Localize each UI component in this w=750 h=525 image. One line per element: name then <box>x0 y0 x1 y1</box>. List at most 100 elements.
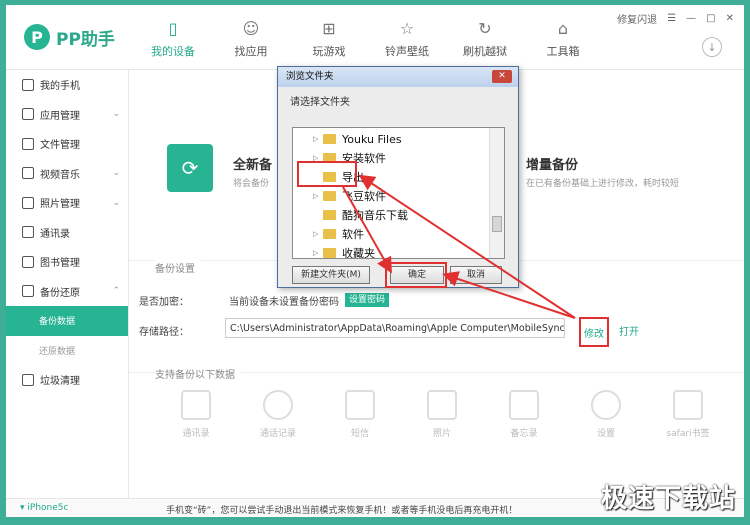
bookmark-icon <box>673 390 703 420</box>
phone-icon <box>263 390 293 420</box>
main-nav: ▯ 我的设备 ☺ 找应用 ⊞ 玩游戏 ☆ 铃声壁纸 ↻ 刷机越狱 ⌂ 工具箱 <box>134 13 602 59</box>
folder-icon <box>323 191 336 201</box>
watermark: 极速下载站 <box>600 484 736 514</box>
type-memo[interactable]: 备忘录 <box>483 390 565 439</box>
nav-flash[interactable]: ↻ 刷机越狱 <box>446 13 524 59</box>
sidebar: 我的手机 应用管理 ⌄ 文件管理 视频音乐 ⌄ 照片管理 ⌄ 通讯录 图书管理 备份还… <box>6 70 129 500</box>
expand-icon[interactable]: ▷ <box>313 192 323 200</box>
settings-label: 备份设置 <box>155 260 201 275</box>
chevron-up-icon: ⌃ <box>112 286 120 297</box>
contacts-icon <box>22 226 34 239</box>
toolbox-icon: ⌂ <box>557 18 569 38</box>
type-photos[interactable]: 照片 <box>401 390 483 439</box>
sidebar-item-files[interactable]: 文件管理 <box>6 129 128 159</box>
device-name[interactable]: ▾ iPhone5c <box>20 503 68 513</box>
folder-icon <box>323 210 336 220</box>
trash-icon <box>22 373 34 386</box>
sidebar-sub-backup-data[interactable]: 备份数据 <box>6 306 128 336</box>
types-label: 支持备份以下数据 <box>155 366 241 381</box>
chevron-down-icon: ⌄ <box>112 197 120 208</box>
ringtone-icon: ☆ <box>399 18 415 38</box>
dialog-prompt: 请选择文件夹 <box>290 97 350 108</box>
type-contacts[interactable]: 通讯录 <box>155 390 237 439</box>
tree-item[interactable]: ▷ 收藏夹 <box>313 244 375 258</box>
tree-scrollbar[interactable] <box>489 128 504 258</box>
sidebar-item-my-phone[interactable]: 我的手机 <box>6 70 128 100</box>
expand-icon[interactable]: ▷ <box>313 249 323 257</box>
nav-ringtones[interactable]: ☆ 铃声壁纸 <box>368 13 446 59</box>
logo-icon: P <box>24 24 50 50</box>
close-icon[interactable]: ✕ <box>726 13 734 24</box>
tree-item[interactable]: ▷ Youku Files <box>313 130 402 148</box>
apps-icon: ☺ <box>242 18 260 38</box>
folder-tree[interactable]: ▷ Youku Files ▷ 安装软件 导出 ▷ 飞豆软件 酷狗音乐下载 ▷ 软件 ▷… <box>292 127 505 259</box>
type-call-log[interactable]: 通话记录 <box>237 390 319 439</box>
set-password-button[interactable]: 设置密码 <box>345 293 390 307</box>
sidebar-item-photos[interactable]: 照片管理 ⌄ <box>6 188 128 218</box>
sidebar-item-contacts[interactable]: 通讯录 <box>6 218 128 248</box>
logo: P PP助手 <box>24 23 115 51</box>
full-backup-icon[interactable]: ⟳ <box>167 144 213 192</box>
sidebar-item-cleanup[interactable]: 垃圾清理 <box>6 365 128 395</box>
expand-icon[interactable]: ▷ <box>313 135 323 143</box>
video-icon <box>22 167 34 180</box>
nav-my-device[interactable]: ▯ 我的设备 <box>134 13 212 59</box>
maximize-icon[interactable]: □ <box>706 13 715 24</box>
top-bar: P PP助手 ▯ 我的设备 ☺ 找应用 ⊞ 玩游戏 ☆ 铃声壁纸 ↻ 刷机越狱 ⌂ 工具箱 … <box>6 5 744 70</box>
sidebar-item-books[interactable]: 图书管理 <box>6 247 128 277</box>
cancel-button[interactable]: 取消 <box>450 266 502 284</box>
type-safari-bookmarks[interactable]: safari书签 <box>647 390 729 439</box>
menu-icon[interactable]: ☰ <box>667 13 676 24</box>
path-label: 存储路径： <box>139 327 189 338</box>
backup-icon <box>22 285 34 298</box>
device-icon: ▯ <box>168 18 178 38</box>
modify-button[interactable]: 修改 <box>579 317 609 347</box>
close-icon[interactable]: ✕ <box>492 70 512 83</box>
chevron-down-icon: ⌄ <box>112 168 120 179</box>
folder-icon <box>323 229 336 239</box>
book-icon <box>22 255 34 268</box>
dialog-title: 浏览文件夹 ✕ <box>278 67 518 87</box>
scrollbar-thumb[interactable] <box>492 216 502 232</box>
message-icon <box>345 390 375 420</box>
full-backup-desc: 将会备份 <box>233 179 270 189</box>
incremental-backup-desc: 在已有备份基础上进行修改，耗时较短 <box>526 179 680 189</box>
download-icon[interactable]: ↓ <box>702 37 722 57</box>
sidebar-item-backup[interactable]: 备份还原 ⌃ <box>6 277 128 307</box>
full-backup-title[interactable]: 全新备 <box>233 154 272 173</box>
nav-find-apps[interactable]: ☺ 找应用 <box>212 13 290 59</box>
minimize-icon[interactable]: — <box>686 13 696 24</box>
apps-icon <box>22 108 34 121</box>
gamepad-icon: ⊞ <box>322 18 336 38</box>
memo-icon <box>509 390 539 420</box>
type-sms[interactable]: 短信 <box>319 390 401 439</box>
sidebar-sub-restore-data[interactable]: 还原数据 <box>6 336 128 366</box>
incremental-backup-title[interactable]: 增量备份 <box>526 154 578 173</box>
contacts-icon <box>181 390 211 420</box>
tree-item[interactable]: 酷狗音乐下载 <box>313 206 408 224</box>
photo-icon <box>22 196 34 209</box>
tree-item[interactable]: ▷ 软件 <box>313 225 364 243</box>
file-icon <box>22 137 34 150</box>
feedback-link[interactable]: 修复闪退 <box>617 11 657 26</box>
new-folder-button[interactable]: 新建文件夹(M) <box>292 266 370 284</box>
expand-icon[interactable]: ▷ <box>313 230 323 238</box>
folder-icon <box>323 134 336 144</box>
sidebar-item-apps[interactable]: 应用管理 ⌄ <box>6 100 128 130</box>
open-button[interactable]: 打开 <box>619 323 639 338</box>
storage-path-input[interactable]: C:\Users\Administrator\AppData\Roaming\A… <box>225 318 565 338</box>
logo-text: PP助手 <box>56 29 115 50</box>
sidebar-item-media[interactable]: 视频音乐 ⌄ <box>6 159 128 189</box>
photo-icon <box>427 390 457 420</box>
encrypt-status: 当前设备未设置备份密码 <box>229 297 339 308</box>
flash-icon: ↻ <box>478 18 492 38</box>
nav-games[interactable]: ⊞ 玩游戏 <box>290 13 368 59</box>
highlight-export-folder <box>297 161 357 187</box>
encrypt-label: 是否加密： <box>139 297 189 308</box>
type-settings[interactable]: 设置 <box>565 390 647 439</box>
chevron-down-icon: ⌄ <box>112 109 120 120</box>
gear-icon <box>591 390 621 420</box>
nav-toolbox[interactable]: ⌂ 工具箱 <box>524 13 602 59</box>
tree-item[interactable]: ▷ 飞豆软件 <box>313 187 386 205</box>
window-controls: 修复闪退 ☰ — □ ✕ <box>607 11 734 26</box>
